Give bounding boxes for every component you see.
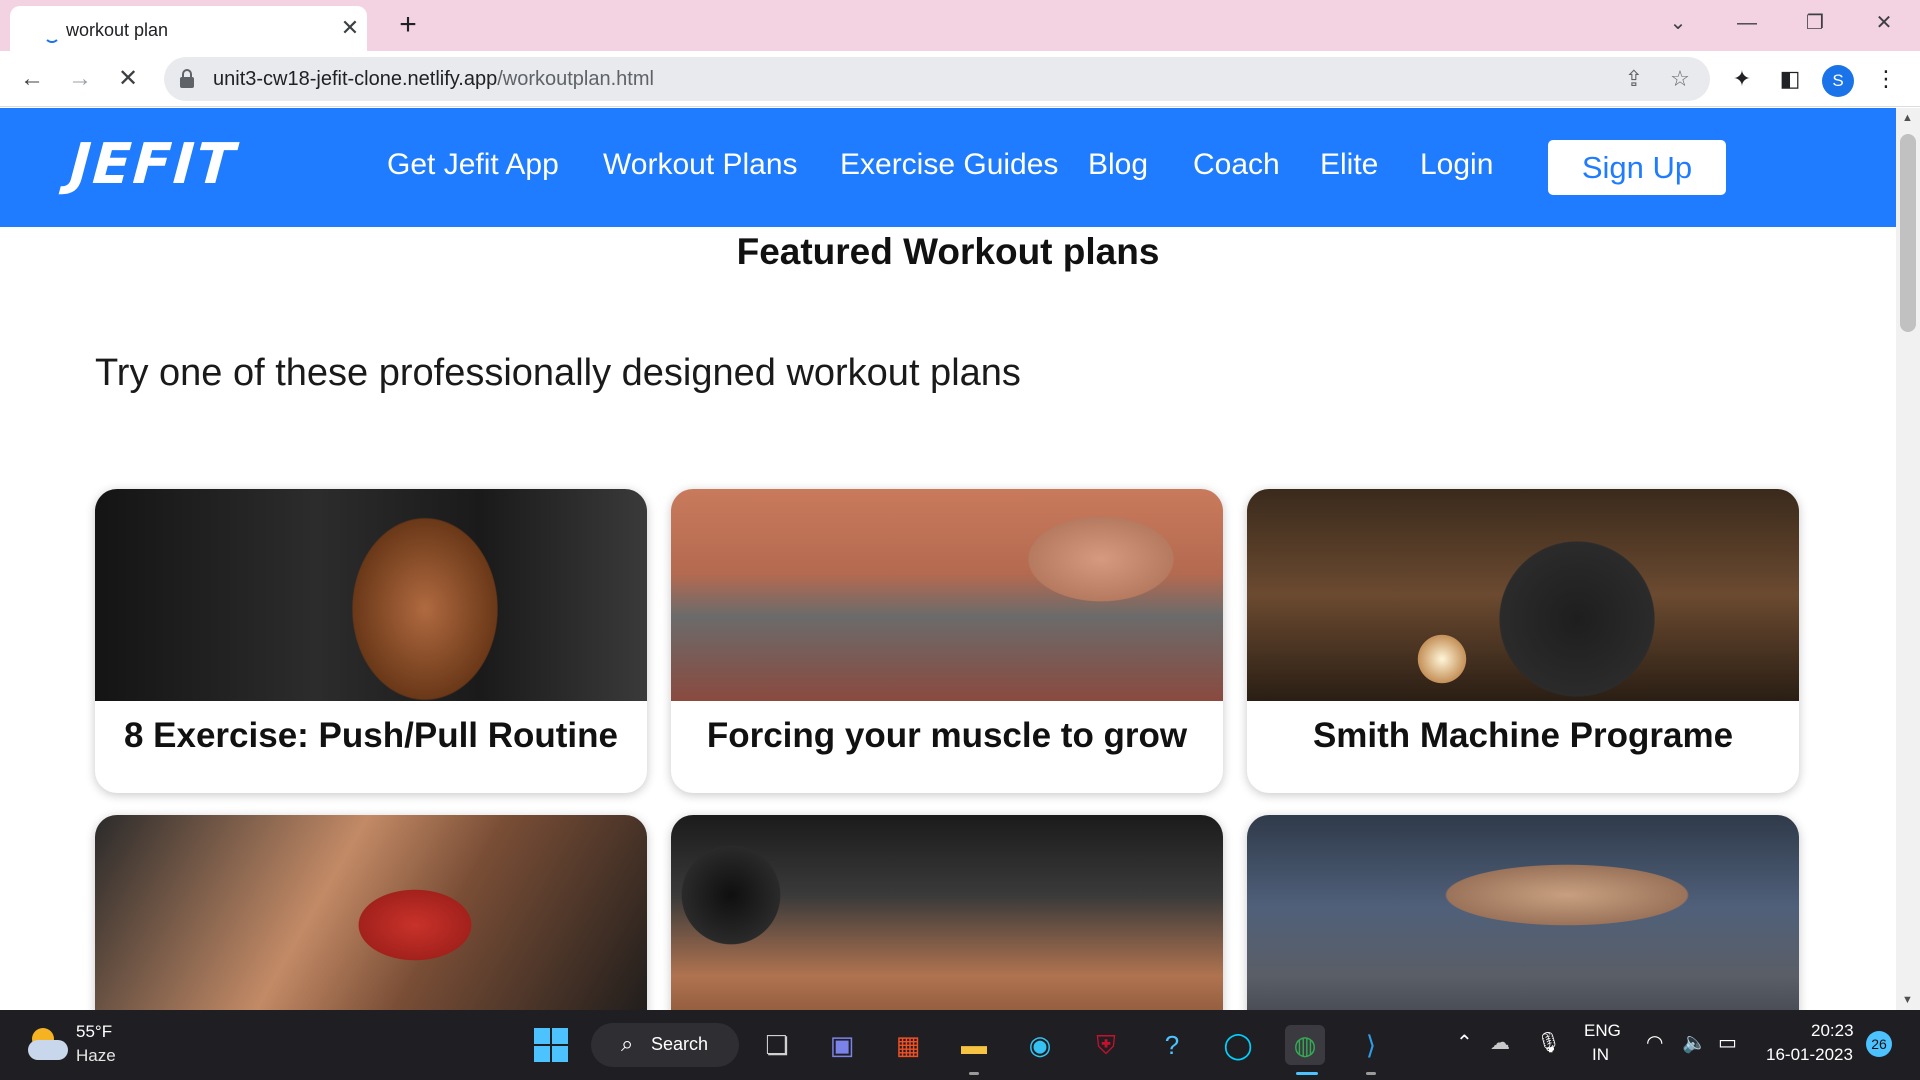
battery-icon[interactable]: ▭ [1718, 1030, 1737, 1055]
microphone-icon[interactable]: 🎙 [1536, 1030, 1561, 1055]
extensions-puzzle-icon[interactable]: ✦ [1728, 65, 1756, 93]
nav-coach[interactable]: Coach [1193, 148, 1280, 182]
menu-kebab-icon[interactable]: ⋮ [1872, 65, 1900, 93]
file-explorer-icon[interactable]: ▬ [954, 1025, 994, 1065]
weather-cloud-sun-icon[interactable] [28, 1028, 68, 1062]
tab-title: workout plan [66, 20, 169, 40]
notification-badge[interactable]: 26 [1866, 1031, 1892, 1057]
url-text: unit3-cw18-jefit-clone.netlify.app/worko… [213, 68, 654, 90]
volume-icon[interactable]: 🔈 [1682, 1030, 1707, 1055]
card-image [95, 815, 647, 1010]
alexa-icon[interactable]: ◯ [1218, 1025, 1258, 1065]
card-image [671, 489, 1223, 701]
nav-elite[interactable]: Elite [1320, 148, 1378, 182]
new-tab-button[interactable]: + [392, 9, 424, 41]
wifi-icon[interactable]: ◠ [1646, 1030, 1663, 1055]
mcafee-shield-icon[interactable]: ⛨ [1086, 1025, 1126, 1065]
onedrive-icon[interactable]: ☁ [1490, 1030, 1510, 1055]
stop-loading-icon[interactable]: ✕ [110, 61, 146, 97]
share-icon[interactable]: ⇪ [1620, 65, 1648, 93]
address-bar[interactable]: unit3-cw18-jefit-clone.netlify.app/worko… [164, 57, 1710, 101]
profile-avatar[interactable]: S [1822, 65, 1854, 97]
card-image [95, 489, 647, 701]
show-hidden-icons-chevron-icon[interactable]: ⌃ [1456, 1030, 1473, 1055]
workout-card[interactable] [1247, 815, 1799, 1010]
taskbar-search[interactable]: ⌕ Search [591, 1023, 739, 1067]
page-subtitle: Try one of these professionally designed… [95, 352, 1021, 394]
card-image [1247, 815, 1799, 1010]
running-indicator [969, 1072, 979, 1075]
nav-login[interactable]: Login [1420, 148, 1493, 182]
lock-icon [180, 69, 194, 89]
scroll-thumb[interactable] [1900, 134, 1916, 332]
teams-chat-icon[interactable]: ▣ [822, 1025, 862, 1065]
chrome-icon[interactable]: ◍ [1285, 1025, 1325, 1065]
tab-search-chevron-icon[interactable]: ⌄ [1658, 6, 1698, 40]
get-help-icon[interactable]: ? [1152, 1025, 1192, 1065]
site-header: JEFIT Get Jefit App Workout Plans Exerci… [0, 108, 1896, 227]
active-app-indicator [1296, 1072, 1318, 1075]
card-image [671, 815, 1223, 1010]
page-viewport: JEFIT Get Jefit App Workout Plans Exerci… [0, 108, 1896, 1010]
card-image [1247, 489, 1799, 701]
side-panel-icon[interactable]: ◧ [1776, 65, 1804, 93]
browser-toolbar: ← → ✕ unit3-cw18-jefit-clone.netlify.app… [0, 51, 1920, 107]
vscode-icon[interactable]: ⟩ [1351, 1025, 1391, 1065]
tab-strip: workout plan ✕ + ⌄ — ❐ ✕ [0, 0, 1920, 51]
active-tab[interactable]: workout plan ✕ [10, 6, 367, 51]
page-scrollbar[interactable]: ▲ ▼ [1896, 108, 1920, 1010]
language-indicator[interactable]: ENG [1584, 1021, 1621, 1041]
clock-time[interactable]: 20:23 [1811, 1021, 1854, 1041]
weather-condition[interactable]: Haze [76, 1046, 116, 1066]
workout-card[interactable] [671, 815, 1223, 1010]
scroll-up-arrow-icon[interactable]: ▲ [1902, 112, 1913, 124]
forward-arrow-icon[interactable]: → [62, 61, 98, 97]
workout-card-push-pull[interactable]: 8 Exercise: Push/Pull Routine [95, 489, 647, 793]
jefit-logo[interactable]: JEFIT [68, 132, 239, 197]
microsoft-store-icon[interactable]: ▦ [888, 1025, 928, 1065]
card-title: 8 Exercise: Push/Pull Routine [123, 716, 619, 755]
task-view-icon[interactable]: ❏ [757, 1025, 797, 1065]
nav-exercise-guides[interactable]: Exercise Guides [840, 148, 1058, 182]
search-label: Search [651, 1034, 709, 1054]
loading-spinner-icon [44, 27, 60, 43]
search-icon: ⌕ [621, 1031, 634, 1056]
card-title: Forcing your muscle to grow [706, 716, 1188, 755]
sign-up-button[interactable]: Sign Up [1548, 140, 1726, 195]
close-tab-icon[interactable]: ✕ [336, 14, 364, 42]
windows-start-icon[interactable] [534, 1028, 568, 1062]
restore-icon[interactable]: ❐ [1795, 6, 1835, 40]
nav-get-jefit-app[interactable]: Get Jefit App [387, 148, 559, 182]
edge-browser-icon[interactable]: ◉ [1020, 1025, 1060, 1065]
clock-date[interactable]: 16-01-2023 [1766, 1045, 1853, 1065]
workout-card-smith-machine[interactable]: Smith Machine Programe [1247, 489, 1799, 793]
scroll-down-arrow-icon[interactable]: ▼ [1902, 994, 1913, 1006]
nav-workout-plans[interactable]: Workout Plans [603, 148, 798, 182]
workout-card-muscle-grow[interactable]: Forcing your muscle to grow [671, 489, 1223, 793]
running-indicator [1366, 1072, 1376, 1075]
nav-blog[interactable]: Blog [1088, 148, 1148, 182]
close-window-icon[interactable]: ✕ [1864, 6, 1904, 40]
windows-taskbar: 55°F Haze ⌕ Search ❏ ▣ ▦ ▬ ◉ ⛨ ? ◯ ◍ ⟩ ⌃… [0, 1010, 1920, 1080]
back-arrow-icon[interactable]: ← [14, 61, 50, 97]
page-title: Featured Workout plans [736, 231, 1160, 272]
workout-card[interactable] [95, 815, 647, 1010]
minimize-icon[interactable]: — [1727, 6, 1767, 40]
weather-temperature[interactable]: 55°F [76, 1022, 112, 1042]
bookmark-star-icon[interactable]: ☆ [1666, 65, 1694, 93]
card-title: Smith Machine Programe [1312, 716, 1734, 755]
region-indicator[interactable]: IN [1592, 1045, 1609, 1065]
